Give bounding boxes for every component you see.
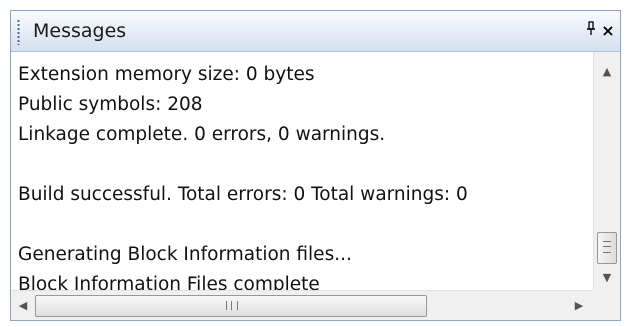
message-line: Public symbols: 208 [18, 94, 203, 115]
drag-grip-icon[interactable] [17, 19, 20, 45]
panel-titlebar[interactable]: Messages × [11, 11, 620, 52]
horizontal-scrollbar[interactable]: ◀ ▶ [11, 290, 593, 320]
scroll-up-icon[interactable]: ▲ [594, 60, 620, 84]
scroll-right-icon[interactable]: ▶ [567, 291, 591, 320]
messages-output[interactable]: Extension memory size: 0 bytes Public sy… [11, 52, 593, 290]
message-line: Build successful. Total errors: 0 Total … [18, 184, 468, 205]
message-line: Linkage complete. 0 errors, 0 warnings. [18, 124, 386, 145]
panel-title: Messages [33, 20, 127, 42]
vertical-scroll-thumb[interactable] [597, 232, 617, 264]
pin-icon[interactable] [584, 21, 598, 41]
message-line: Block Information Files complete [18, 274, 320, 290]
thumb-grip-icon [603, 241, 611, 253]
close-icon[interactable]: × [600, 21, 616, 41]
message-line: Generating Block Information files... [18, 244, 352, 265]
thumb-grip-icon [226, 301, 238, 310]
messages-panel: Messages × Extension memory size: 0 byte… [10, 10, 621, 321]
vertical-scrollbar[interactable]: ▲ ▼ [593, 52, 620, 290]
horizontal-scroll-thumb[interactable] [35, 295, 427, 317]
scrollbar-corner [593, 290, 620, 320]
message-line [18, 212, 593, 242]
message-line [18, 152, 593, 182]
scroll-left-icon[interactable]: ◀ [11, 291, 35, 320]
scroll-down-icon[interactable]: ▼ [594, 266, 620, 290]
message-line: Extension memory size: 0 bytes [18, 64, 315, 85]
